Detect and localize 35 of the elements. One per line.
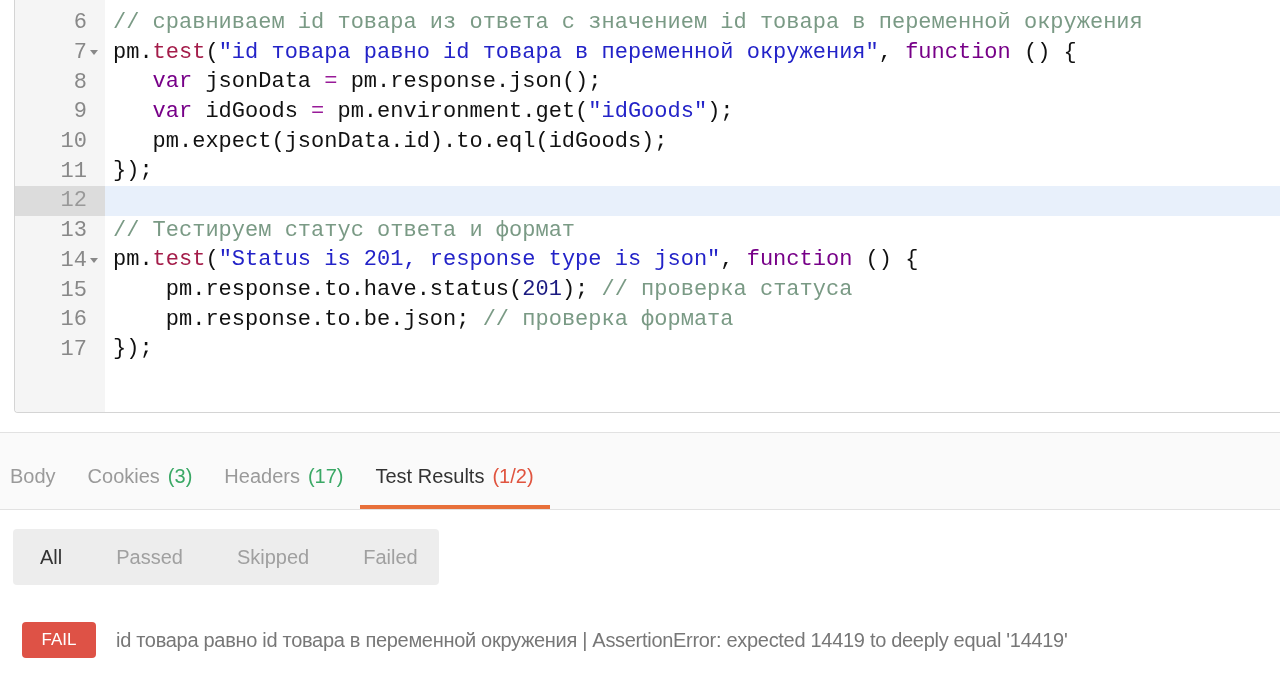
code-line: pm.response.to.have.status(201); // проверка статуса [164,279,853,302]
code-line: pm.test("Status is 201, response type is json", function () { [113,249,919,272]
line-number: 7 [73,39,87,68]
filter-tab[interactable]: Passed [103,537,196,577]
line-number: 6 [73,9,87,38]
line-number: 8 [73,68,87,97]
fold-arrow-icon[interactable] [90,50,98,56]
tab[interactable]: Headers (17) [208,446,360,509]
line-number: 13 [60,217,87,246]
tab[interactable]: Test Results (1/2) [359,446,550,509]
line-number: 12 [60,187,87,216]
filter-tab[interactable]: Skipped [223,537,323,577]
code-line: // сравниваем id товара из ответа с значением id товара в переменной окружения [113,11,1143,34]
line-number: 17 [60,335,87,364]
code-line: pm.response.to.be.json; // проверка формата [164,308,734,331]
filter-tab[interactable]: Failed [350,537,431,577]
line-number: 15 [60,276,87,305]
code-line: pm.test("id товара равно id товара в переменной окружения", function () { [113,41,1077,64]
code-line: var idGoods = pm.environment.get("idGoods"); [151,100,734,123]
tab[interactable]: Cookies (3) [71,446,209,509]
line-number: 10 [60,128,87,157]
line-number: 11 [60,157,87,186]
line-number: 16 [60,306,87,335]
code-line: pm.expect(jsonData.id).to.eql(idGoods); [151,130,668,153]
fold-arrow-icon[interactable] [90,257,98,263]
code-line: }); [113,338,153,361]
line-number: 14 [60,246,87,275]
filter-tab[interactable]: All [27,537,76,577]
code-line: var jsonData = pm.response.json(); [151,71,602,94]
code-line: }); [113,160,153,183]
code-line: // Тестируем статус ответа и формат [113,219,576,242]
tab[interactable]: Body [0,446,72,509]
status-badge: FAIL [22,622,96,658]
line-number: 9 [73,98,87,127]
result-message: id товара равно id товара в переменной окружения | AssertionError: expected 14419 to deeply equal '14419' [116,628,1068,653]
